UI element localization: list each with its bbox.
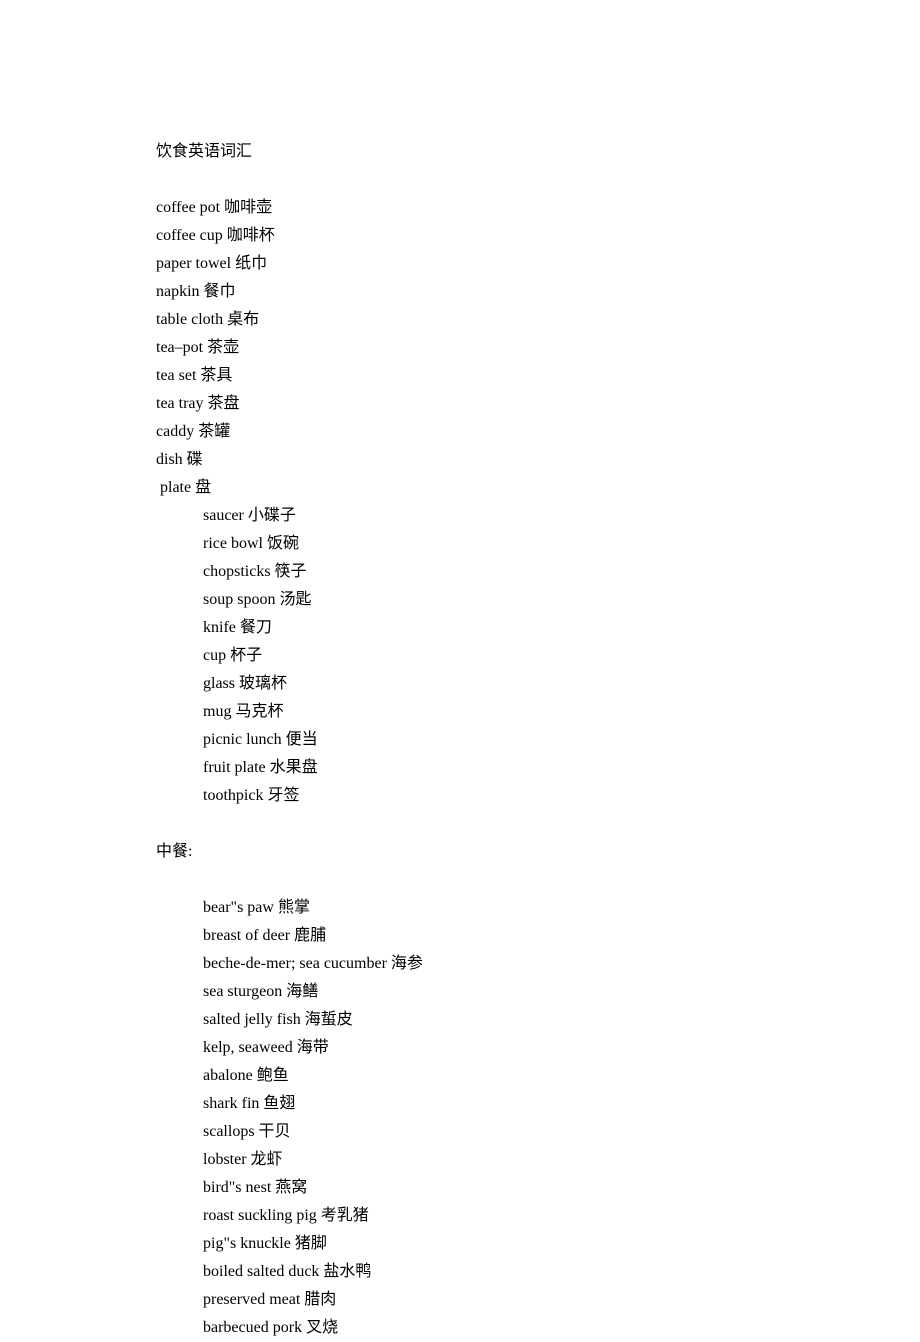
vocabulary-item: lobster 龙虾 <box>156 1146 920 1174</box>
vocabulary-item: barbecued pork 叉烧 <box>156 1314 920 1342</box>
vocabulary-item: rice bowl 饭碗 <box>156 530 920 558</box>
vocabulary-item: tea–pot 茶壶 <box>156 334 920 362</box>
document-page: 饮食英语词汇 coffee pot 咖啡壶coffee cup 咖啡杯paper… <box>0 0 920 1342</box>
vocabulary-item: glass 玻璃杯 <box>156 670 920 698</box>
vocabulary-item: salted jelly fish 海蜇皮 <box>156 1006 920 1034</box>
vocabulary-item: roast suckling pig 考乳猪 <box>156 1202 920 1230</box>
vocabulary-item: pig"s knuckle 猪脚 <box>156 1230 920 1258</box>
vocabulary-item: preserved meat 腊肉 <box>156 1286 920 1314</box>
vocabulary-item: bird"s nest 燕窝 <box>156 1174 920 1202</box>
vocabulary-item: kelp, seaweed 海带 <box>156 1034 920 1062</box>
vocabulary-item: plate 盘 <box>156 474 920 502</box>
vocabulary-item: fruit plate 水果盘 <box>156 754 920 782</box>
vocabulary-item: cup 杯子 <box>156 642 920 670</box>
vocabulary-item: abalone 鲍鱼 <box>156 1062 920 1090</box>
vocabulary-item: sea sturgeon 海鳝 <box>156 978 920 1006</box>
vocabulary-item: boiled salted duck 盐水鸭 <box>156 1258 920 1286</box>
section-tableware-indented: saucer 小碟子rice bowl 饭碗chopsticks 筷子soup … <box>156 502 920 810</box>
vocabulary-item: shark fin 鱼翅 <box>156 1090 920 1118</box>
vocabulary-item: table cloth 桌布 <box>156 306 920 334</box>
vocabulary-item: tea tray 茶盘 <box>156 390 920 418</box>
vocabulary-item: paper towel 纸巾 <box>156 250 920 278</box>
vocabulary-item: picnic lunch 便当 <box>156 726 920 754</box>
vocabulary-item: bear"s paw 熊掌 <box>156 894 920 922</box>
vocabulary-item: beche-de-mer; sea cucumber 海参 <box>156 950 920 978</box>
document-title: 饮食英语词汇 <box>156 138 920 166</box>
vocabulary-item: caddy 茶罐 <box>156 418 920 446</box>
vocabulary-item: chopsticks 筷子 <box>156 558 920 586</box>
vocabulary-item: breast of deer 鹿脯 <box>156 922 920 950</box>
section-chinese-food: bear"s paw 熊掌breast of deer 鹿脯beche-de-m… <box>156 894 920 1342</box>
section-header: 中餐: <box>156 838 920 866</box>
vocabulary-item: tea set 茶具 <box>156 362 920 390</box>
vocabulary-item: scallops 干贝 <box>156 1118 920 1146</box>
vocabulary-item: knife 餐刀 <box>156 614 920 642</box>
vocabulary-item: toothpick 牙签 <box>156 782 920 810</box>
vocabulary-item: dish 碟 <box>156 446 920 474</box>
vocabulary-item: saucer 小碟子 <box>156 502 920 530</box>
vocabulary-item: mug 马克杯 <box>156 698 920 726</box>
vocabulary-item: napkin 餐巾 <box>156 278 920 306</box>
vocabulary-item: coffee cup 咖啡杯 <box>156 222 920 250</box>
vocabulary-item: coffee pot 咖啡壶 <box>156 194 920 222</box>
vocabulary-item: soup spoon 汤匙 <box>156 586 920 614</box>
section-tableware: coffee pot 咖啡壶coffee cup 咖啡杯paper towel … <box>156 194 920 474</box>
